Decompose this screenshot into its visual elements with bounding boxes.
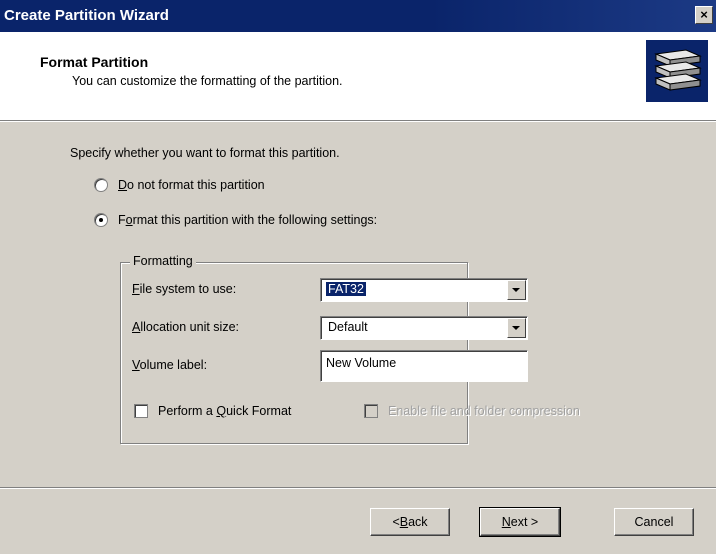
formatting-group-label: Formatting	[130, 254, 196, 268]
quick-format-label: Perform a Quick Format	[158, 404, 292, 418]
back-button[interactable]: < Back	[370, 508, 450, 536]
volume-label-label: Volume label:	[132, 358, 208, 372]
chevron-down-icon[interactable]	[507, 280, 526, 300]
chevron-down-icon[interactable]	[507, 318, 526, 338]
next-button[interactable]: Next >	[479, 507, 561, 537]
radio-format[interactable]: Format this partition with the following…	[94, 211, 377, 229]
compression-checkbox: Enable file and folder compression	[364, 402, 580, 420]
wizard-window: Create Partition Wizard × Format Partiti…	[0, 0, 716, 554]
file-system-select[interactable]: FAT32	[320, 278, 528, 302]
window-title: Create Partition Wizard	[4, 7, 169, 24]
close-icon: ×	[700, 7, 708, 22]
file-system-label: File system to use:	[132, 282, 237, 296]
radio-button[interactable]	[94, 178, 108, 192]
checkbox[interactable]	[134, 404, 148, 418]
checkbox-disabled	[364, 404, 378, 418]
cancel-button[interactable]: Cancel	[614, 508, 694, 536]
quick-format-checkbox[interactable]: Perform a Quick Format	[134, 402, 291, 420]
file-system-value: FAT32	[326, 282, 366, 296]
compression-label: Enable file and folder compression	[388, 404, 580, 418]
close-button[interactable]: ×	[695, 6, 713, 24]
format-prompt: Specify whether you want to format this …	[70, 146, 340, 160]
wizard-header: Format Partition You can customize the f…	[0, 32, 716, 121]
allocation-unit-label: Allocation unit size:	[132, 320, 240, 334]
page-title: Format Partition	[40, 54, 149, 70]
disk-stack-icon	[646, 40, 708, 102]
footer-divider	[0, 487, 716, 488]
volume-label-input[interactable]: New Volume	[320, 350, 528, 382]
allocation-unit-value: Default	[328, 320, 368, 334]
radio-label-format: Format this partition with the following…	[118, 213, 378, 227]
title-bar[interactable]: Create Partition Wizard ×	[0, 0, 716, 32]
radio-do-not-format[interactable]: Do not format this partition	[94, 176, 265, 194]
header-divider	[0, 121, 716, 122]
volume-label-value: New Volume	[326, 356, 397, 370]
page-subtitle: You can customize the formatting of the …	[72, 74, 343, 88]
allocation-unit-select[interactable]: Default	[320, 316, 528, 340]
radio-label-do-not-format: Do not format this partition	[118, 178, 265, 192]
radio-button-selected[interactable]	[94, 213, 108, 227]
